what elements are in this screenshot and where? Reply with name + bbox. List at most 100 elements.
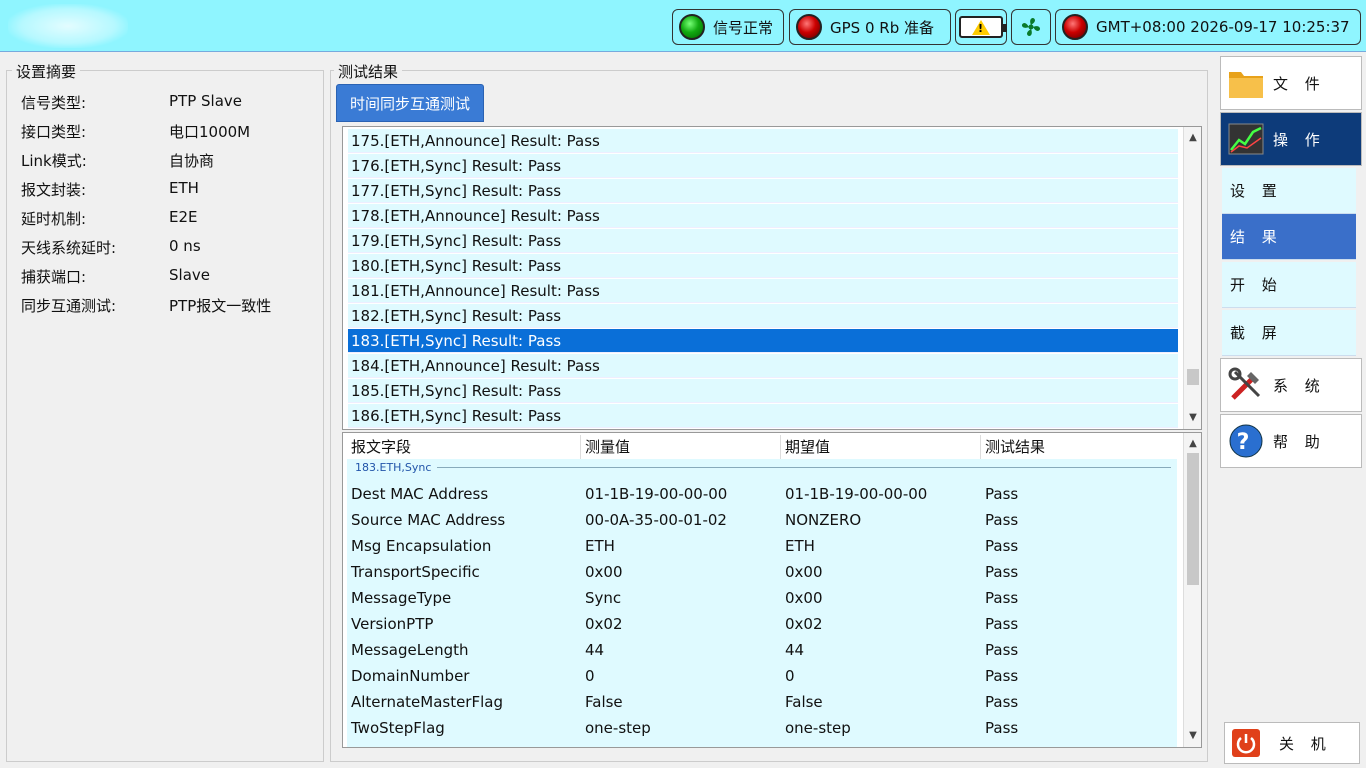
datetime-label: GMT+08:00 2026-09-17 10:25:37 [1096, 18, 1350, 36]
list-item[interactable]: 182.[ETH,Sync] Result: Pass [348, 304, 1178, 328]
table-row: VersionPTP 0x02 0x02 Pass [347, 611, 1177, 637]
summary-key: 信号类型: [21, 94, 87, 112]
table-cell: 00-0A-35-00-01-02 [585, 511, 727, 529]
table-cell: Source MAC Address [351, 511, 506, 529]
list-item[interactable]: 180.[ETH,Sync] Result: Pass [348, 254, 1178, 278]
table-cell: Pass [985, 563, 1019, 581]
signal-status: 信号正常 [672, 9, 784, 45]
gps-status: GPS 0 Rb 准备 [789, 9, 951, 45]
summary-value: Slave [169, 266, 210, 284]
scroll-thumb[interactable] [1187, 369, 1199, 385]
table-row: Source MAC Address 00-0A-35-00-01-02 NONZE… [347, 507, 1177, 533]
results-title: 测试结果 [334, 61, 403, 82]
main-menu: 文 件 操 作 设 置 结 果 开 始 截 屏 系 统 ? 帮 助 关 机 [1220, 54, 1366, 768]
field-detail-table[interactable]: 报文字段 测量值 期望值 测试结果 183.ETH,Sync Dest MAC … [342, 432, 1202, 748]
table-row: MessageType Sync 0x00 Pass [347, 585, 1177, 611]
table-cell: 44 [585, 641, 605, 659]
table-cell: Pass [985, 537, 1019, 555]
tab-time-sync-test[interactable]: 时间同步互通测试 [336, 84, 484, 122]
shutdown-button[interactable]: 关 机 [1224, 722, 1360, 764]
list-item[interactable]: 184.[ETH,Announce] Result: Pass [348, 354, 1178, 378]
summary-value: PTP报文一致性 [169, 297, 272, 315]
clock-status: GMT+08:00 2026-09-17 10:25:37 [1055, 9, 1361, 45]
detail-group-label: 183.ETH,Sync [355, 461, 1171, 474]
table-cell: 0x00 [785, 589, 823, 607]
col-measured: 测量值 [581, 435, 781, 459]
table-cell: MessageType [351, 589, 452, 607]
summary-row: 报文封装: ETH [21, 179, 199, 200]
detail-scroll-down-icon[interactable]: ▼ [1184, 727, 1201, 745]
svg-text:?: ? [1237, 430, 1256, 455]
summary-value: 0 ns [169, 237, 201, 255]
table-cell: Pass [985, 615, 1019, 633]
detail-scrollbar[interactable]: ▲ ▼ [1183, 433, 1201, 747]
list-item[interactable]: 178.[ETH,Announce] Result: Pass [348, 204, 1178, 228]
signal-led-icon [679, 14, 705, 40]
list-item[interactable]: 183.[ETH,Sync] Result: Pass [348, 329, 1178, 353]
summary-row: 接口类型: 电口1000M [21, 121, 250, 142]
table-cell: 01-1B-19-00-00-00 [785, 485, 928, 503]
detail-scroll-up-icon[interactable]: ▲ [1184, 435, 1201, 453]
battery-icon: ! [959, 16, 1007, 38]
summary-key: 捕获端口: [21, 268, 87, 286]
table-row: MessageLength 44 44 Pass [347, 637, 1177, 663]
table-cell: ETH [585, 537, 615, 555]
summary-row: Link模式: 自协商 [21, 150, 214, 171]
detail-table-body: 183.ETH,Sync Dest MAC Address 01-1B-19-00… [347, 459, 1177, 747]
fan-status [1011, 9, 1051, 45]
table-cell: 0x02 [585, 615, 623, 633]
summary-row: 捕获端口: Slave [21, 266, 210, 287]
fan-icon [1021, 17, 1041, 37]
summary-value: ETH [169, 179, 199, 197]
summary-key: 天线系统延时: [21, 239, 117, 257]
list-item[interactable]: 186.[ETH,Sync] Result: Pass [348, 404, 1178, 428]
detail-scroll-thumb[interactable] [1187, 453, 1199, 585]
help-button[interactable]: ? 帮 助 [1220, 414, 1362, 468]
menu-item-start[interactable]: 开 始 [1222, 262, 1356, 308]
summary-key: Link模式: [21, 152, 87, 170]
result-list-scrollbar[interactable]: ▲ ▼ [1183, 127, 1201, 429]
power-icon [1232, 729, 1260, 757]
summary-value: E2E [169, 208, 198, 226]
list-item[interactable]: 185.[ETH,Sync] Result: Pass [348, 379, 1178, 403]
summary-value: 自协商 [169, 152, 215, 170]
scroll-up-icon[interactable]: ▲ [1184, 129, 1201, 147]
result-list[interactable]: 175.[ETH,Announce] Result: Pass 176.[ETH,… [342, 126, 1202, 430]
scroll-down-icon[interactable]: ▼ [1184, 409, 1201, 427]
clock-led-icon [1062, 14, 1088, 40]
menu-item-settings[interactable]: 设 置 [1222, 168, 1356, 214]
operate-button[interactable]: 操 作 [1220, 112, 1362, 166]
summary-row: 同步互通测试: PTP报文一致性 [21, 295, 271, 316]
table-cell: DomainNumber [351, 667, 470, 685]
table-cell: 0 [785, 667, 795, 685]
table-cell: 0 [585, 667, 595, 685]
table-cell: MessageLength [351, 641, 469, 659]
list-item[interactable]: 177.[ETH,Sync] Result: Pass [348, 179, 1178, 203]
table-cell: False [585, 693, 623, 711]
file-button[interactable]: 文 件 [1220, 56, 1362, 110]
list-item[interactable]: 181.[ETH,Announce] Result: Pass [348, 279, 1178, 303]
list-item[interactable]: 179.[ETH,Sync] Result: Pass [348, 229, 1178, 253]
table-cell: 0x00 [585, 563, 623, 581]
system-button[interactable]: 系 统 [1220, 358, 1362, 412]
summary-row: 延时机制: E2E [21, 208, 198, 229]
table-cell: ETH [785, 537, 815, 555]
help-icon: ? [1229, 424, 1263, 458]
table-row: TwoStepFlag one-step one-step Pass [347, 715, 1177, 741]
list-item[interactable]: 175.[ETH,Announce] Result: Pass [348, 129, 1178, 153]
menu-item-screenshot[interactable]: 截 屏 [1222, 310, 1356, 356]
table-row: DomainNumber 0 0 Pass [347, 663, 1177, 689]
table-row: TransportSpecific 0x00 0x00 Pass [347, 559, 1177, 585]
table-row: Msg Encapsulation ETH ETH Pass [347, 533, 1177, 559]
table-cell: Dest MAC Address [351, 485, 489, 503]
table-cell: TransportSpecific [351, 563, 480, 581]
table-cell: NONZERO [785, 511, 862, 529]
summary-key: 接口类型: [21, 123, 87, 141]
table-cell: Pass [985, 667, 1019, 685]
brand-logo [8, 4, 128, 48]
list-item[interactable]: 176.[ETH,Sync] Result: Pass [348, 154, 1178, 178]
gps-led-icon [796, 14, 822, 40]
menu-item-results[interactable]: 结 果 [1222, 214, 1356, 260]
table-cell: 0x00 [785, 563, 823, 581]
table-cell: Pass [985, 719, 1019, 737]
